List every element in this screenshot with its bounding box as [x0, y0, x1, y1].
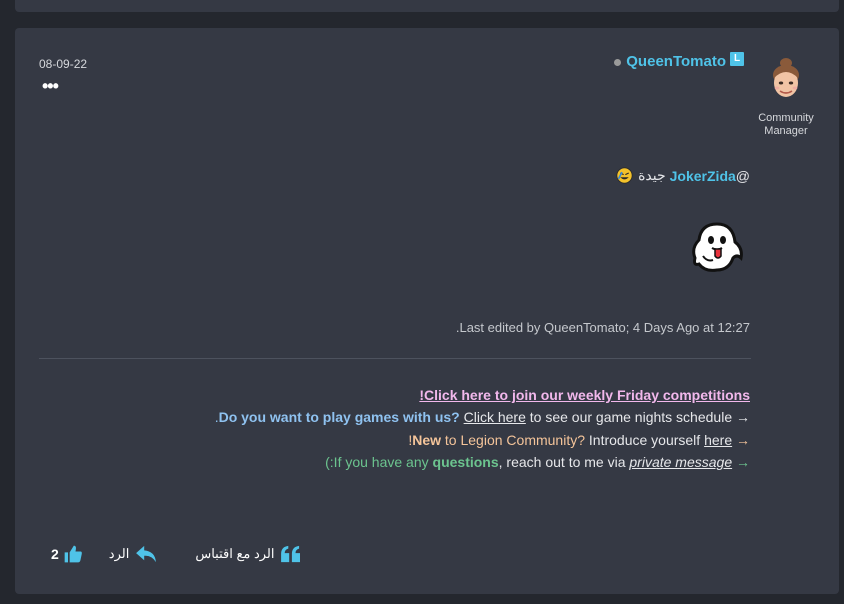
- introduce-here-link[interactable]: here: [704, 432, 732, 448]
- sig2-bold: Do you want to play games with us?: [218, 409, 460, 425]
- like-count: 2: [51, 546, 59, 562]
- sig4-bold: questions: [432, 454, 499, 470]
- signature-line-1: !Click here to join our weekly Friday co…: [419, 387, 750, 403]
- rank-badge-icon: L: [730, 51, 744, 66]
- emoji-icon: [616, 167, 633, 184]
- post-body-mention: جيدة JokerZida @: [616, 167, 750, 184]
- mention-text: جيدة: [638, 167, 666, 183]
- status-dot-icon: [614, 59, 622, 66]
- author-row: QueenTomato L: [614, 51, 744, 70]
- mention-at: @: [735, 167, 750, 184]
- sig2-arrow-icon: →: [736, 409, 750, 425]
- sig2-rest: to see our game nights schedule: [529, 409, 733, 425]
- author-role-line1: Community: [758, 112, 814, 124]
- sig4-mid: , reach out to me via: [498, 454, 626, 470]
- sig3-arrow-icon: →: [736, 432, 750, 448]
- post-date: 08-09-22: [39, 57, 88, 71]
- avatar-icon[interactable]: [765, 56, 807, 106]
- quote-reply-button[interactable]: الرد مع اقتباس: [195, 545, 301, 563]
- reply-label: الرد: [108, 546, 130, 561]
- last-edited-note: .Last edited by QueenTomato; 4 Days Ago …: [455, 320, 750, 335]
- signature-line-2: .Do you want to play games with us? Clic…: [215, 409, 750, 425]
- reply-button[interactable]: الرد: [109, 545, 158, 563]
- post-actions: 2 الرد الرد مع اقتباس: [51, 544, 302, 564]
- signature-line-4: (:If you have any questions, reach out t…: [325, 454, 750, 470]
- thumbs-up-icon: [64, 545, 82, 563]
- previous-post-card: [15, 0, 839, 12]
- sig3-bold: New: [412, 432, 442, 448]
- sig4-start: (:If you have any: [325, 454, 429, 470]
- like-button[interactable]: [63, 544, 83, 564]
- forum-post: 08-09-22 ••• QueenTomato L Community Man…: [15, 28, 839, 594]
- reply-arrow-icon: [136, 545, 157, 563]
- signature-divider: [39, 358, 751, 359]
- ghost-emoji-icon: [692, 222, 743, 272]
- private-message-link[interactable]: private message: [629, 454, 732, 470]
- signature-line-3: !New to Legion Community? Introduce your…: [408, 432, 750, 448]
- quote-icon: [280, 545, 300, 563]
- sig3-mid: to Legion Community?: [444, 432, 585, 448]
- author-role: Community Manager: [748, 112, 824, 138]
- game-nights-link[interactable]: Click here: [464, 409, 526, 425]
- sig4-arrow-icon: →: [736, 454, 750, 470]
- mention-link[interactable]: JokerZida: [670, 168, 736, 184]
- author-role-line2: Manager: [764, 125, 808, 137]
- more-options-icon[interactable]: •••: [42, 76, 59, 97]
- quote-reply-label: الرد مع اقتباس: [195, 546, 275, 561]
- sig3-rest: Introduce yourself: [588, 432, 701, 448]
- author-username[interactable]: QueenTomato: [626, 53, 726, 70]
- weekly-competitions-link[interactable]: !Click here to join our weekly Friday co…: [419, 387, 750, 403]
